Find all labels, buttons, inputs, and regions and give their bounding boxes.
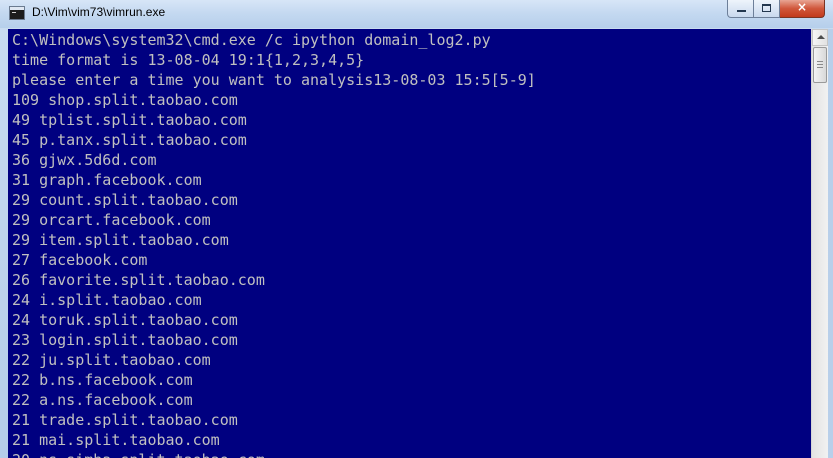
window-title: D:\Vim\vim73\vimrun.exe — [32, 5, 166, 19]
close-icon: × — [796, 0, 808, 14]
console-window: D:\Vim\vim73\vimrun.exe × C:\Windows\sys… — [0, 0, 833, 458]
console-line: 20 ns.simba.split.taobao.com — [12, 450, 536, 458]
console-app-icon[interactable] — [9, 6, 25, 20]
minimize-button[interactable] — [727, 0, 754, 18]
console-line: 22 a.ns.facebook.com — [12, 391, 193, 409]
console-line: 22 ju.split.taobao.com — [12, 351, 211, 369]
console-line: 29 count.split.taobao.com — [12, 191, 238, 209]
vertical-scrollbar[interactable] — [811, 29, 828, 458]
console-line: 21 mai.split.taobao.com — [12, 431, 220, 449]
console-line: 49 tplist.split.taobao.com — [12, 111, 247, 129]
console-line: 36 gjwx.5d6d.com — [12, 151, 157, 169]
title-bar[interactable]: D:\Vim\vim73\vimrun.exe × — [0, 0, 833, 28]
scroll-thumb[interactable] — [813, 47, 827, 83]
grip-line-icon — [817, 64, 823, 65]
console-line: 31 graph.facebook.com — [12, 171, 202, 189]
console-line: please enter a time you want to analysis… — [12, 71, 536, 89]
console-line: 22 b.ns.facebook.com — [12, 371, 193, 389]
close-button[interactable]: × — [780, 0, 825, 18]
console-line: time format is 13-08-04 19:1{1,2,3,4,5} — [12, 51, 365, 69]
console-line: 21 trade.split.taobao.com — [12, 411, 238, 429]
console-line: 29 item.split.taobao.com — [12, 231, 229, 249]
window-frame-right — [828, 29, 833, 458]
console-line: 45 p.tanx.split.taobao.com — [12, 131, 247, 149]
console-line: 23 login.split.taobao.com — [12, 331, 238, 349]
grip-line-icon — [817, 67, 823, 68]
console-line: 24 i.split.taobao.com — [12, 291, 202, 309]
scroll-up-button[interactable] — [812, 29, 828, 46]
console-line: 24 toruk.split.taobao.com — [12, 311, 238, 329]
window-controls: × — [727, 0, 825, 20]
console-lines: C:\Windows\system32\cmd.exe /c ipython d… — [12, 30, 536, 458]
maximize-icon — [762, 4, 771, 12]
console-line: 26 favorite.split.taobao.com — [12, 271, 265, 289]
maximize-button[interactable] — [754, 0, 780, 18]
console-line: 27 facebook.com — [12, 251, 148, 269]
minimize-icon — [737, 10, 746, 12]
console-line: 29 orcart.facebook.com — [12, 211, 211, 229]
grip-line-icon — [817, 61, 823, 62]
console-line: C:\Windows\system32\cmd.exe /c ipython d… — [12, 31, 491, 49]
console-line: 109 shop.split.taobao.com — [12, 91, 238, 109]
console-output-area[interactable]: C:\Windows\system32\cmd.exe /c ipython d… — [8, 29, 811, 458]
